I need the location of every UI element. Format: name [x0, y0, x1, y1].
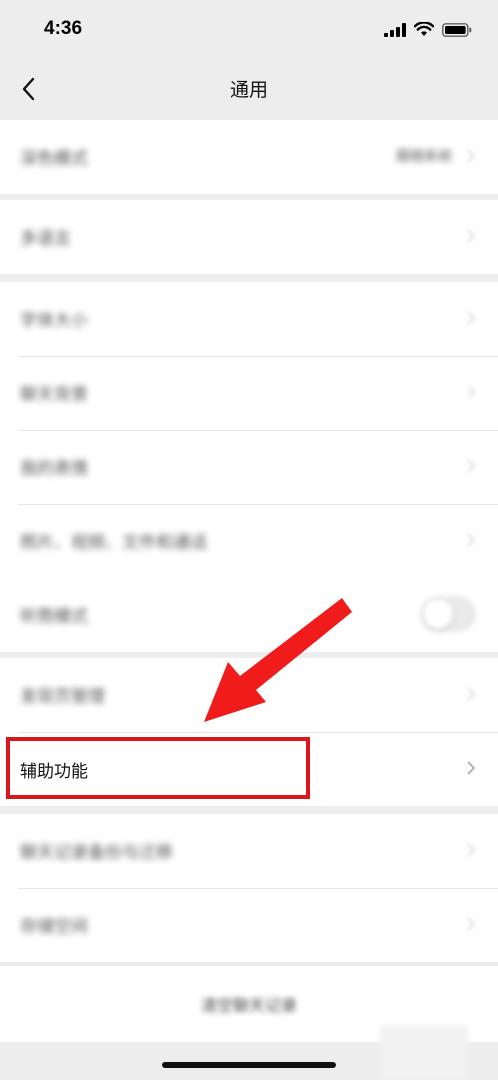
earpiece-toggle[interactable] [420, 596, 476, 632]
setting-row-chat-backup[interactable]: 聊天记录备份与迁移 [0, 814, 498, 888]
setting-row-font-size[interactable]: 字体大小 [0, 282, 498, 356]
setting-row-my-stickers[interactable]: 我的表情 [0, 430, 498, 504]
red-arrow-icon [204, 598, 352, 722]
chevron-right-icon [467, 687, 476, 701]
setting-label: 发现页管理 [20, 687, 105, 707]
signal-icon [384, 22, 406, 37]
chevron-right-icon [467, 761, 476, 775]
setting-label: 照片、视频、文件和通话 [20, 533, 207, 553]
setting-label: 多语言 [20, 229, 71, 249]
blurred-corner-patch [380, 1026, 468, 1080]
home-indicator [162, 1062, 336, 1068]
chevron-right-icon [467, 917, 476, 931]
chevron-right-icon [467, 843, 476, 857]
nav-bar: 通用 [0, 62, 498, 116]
highlight-box [6, 737, 310, 799]
clear-chat-history-label: 清空聊天记录 [200, 996, 297, 1015]
setting-label: 聊天记录备份与迁移 [20, 843, 173, 863]
chevron-right-icon [467, 459, 476, 473]
page-title: 通用 [229, 79, 268, 101]
status-icons [384, 22, 472, 37]
setting-value: 跟随系统 [396, 149, 452, 165]
setting-label: 听筒模式 [20, 607, 88, 627]
setting-row-dark-mode[interactable]: 深色模式 跟随系统 [0, 120, 498, 194]
setting-row-language[interactable]: 多语言 [0, 200, 498, 274]
chevron-right-icon [467, 229, 476, 243]
chevron-right-icon [467, 311, 476, 325]
setting-label: 字体大小 [20, 311, 88, 331]
setting-label: 深色模式 [20, 149, 88, 169]
battery-icon [442, 22, 472, 37]
settings-group-language: 多语言 [0, 200, 498, 274]
chevron-right-icon [467, 385, 476, 399]
status-time: 4:36 [44, 18, 83, 39]
status-bar: 4:36 [0, 0, 498, 62]
chevron-right-icon [467, 533, 476, 547]
wifi-icon [414, 22, 434, 36]
setting-label: 我的表情 [20, 459, 88, 479]
settings-group-storage: 聊天记录备份与迁移 存储空间 [0, 814, 498, 962]
setting-label: 存储空间 [20, 917, 88, 937]
setting-label: 聊天背景 [20, 385, 88, 405]
settings-group-chat: 字体大小 聊天背景 我的表情 照片、视频、文件和通话 [0, 282, 498, 578]
setting-row-media-files[interactable]: 照片、视频、文件和通话 [0, 504, 498, 578]
settings-screen: 4:36 通用 深色模式 跟随系统 多语言 字体大小 聊天背景 我的表情 照片、… [0, 0, 498, 1080]
setting-row-storage[interactable]: 存储空间 [0, 888, 498, 962]
chevron-right-icon [467, 149, 476, 163]
settings-group-display: 深色模式 跟随系统 [0, 120, 498, 194]
setting-row-chat-background[interactable]: 聊天背景 [0, 356, 498, 430]
